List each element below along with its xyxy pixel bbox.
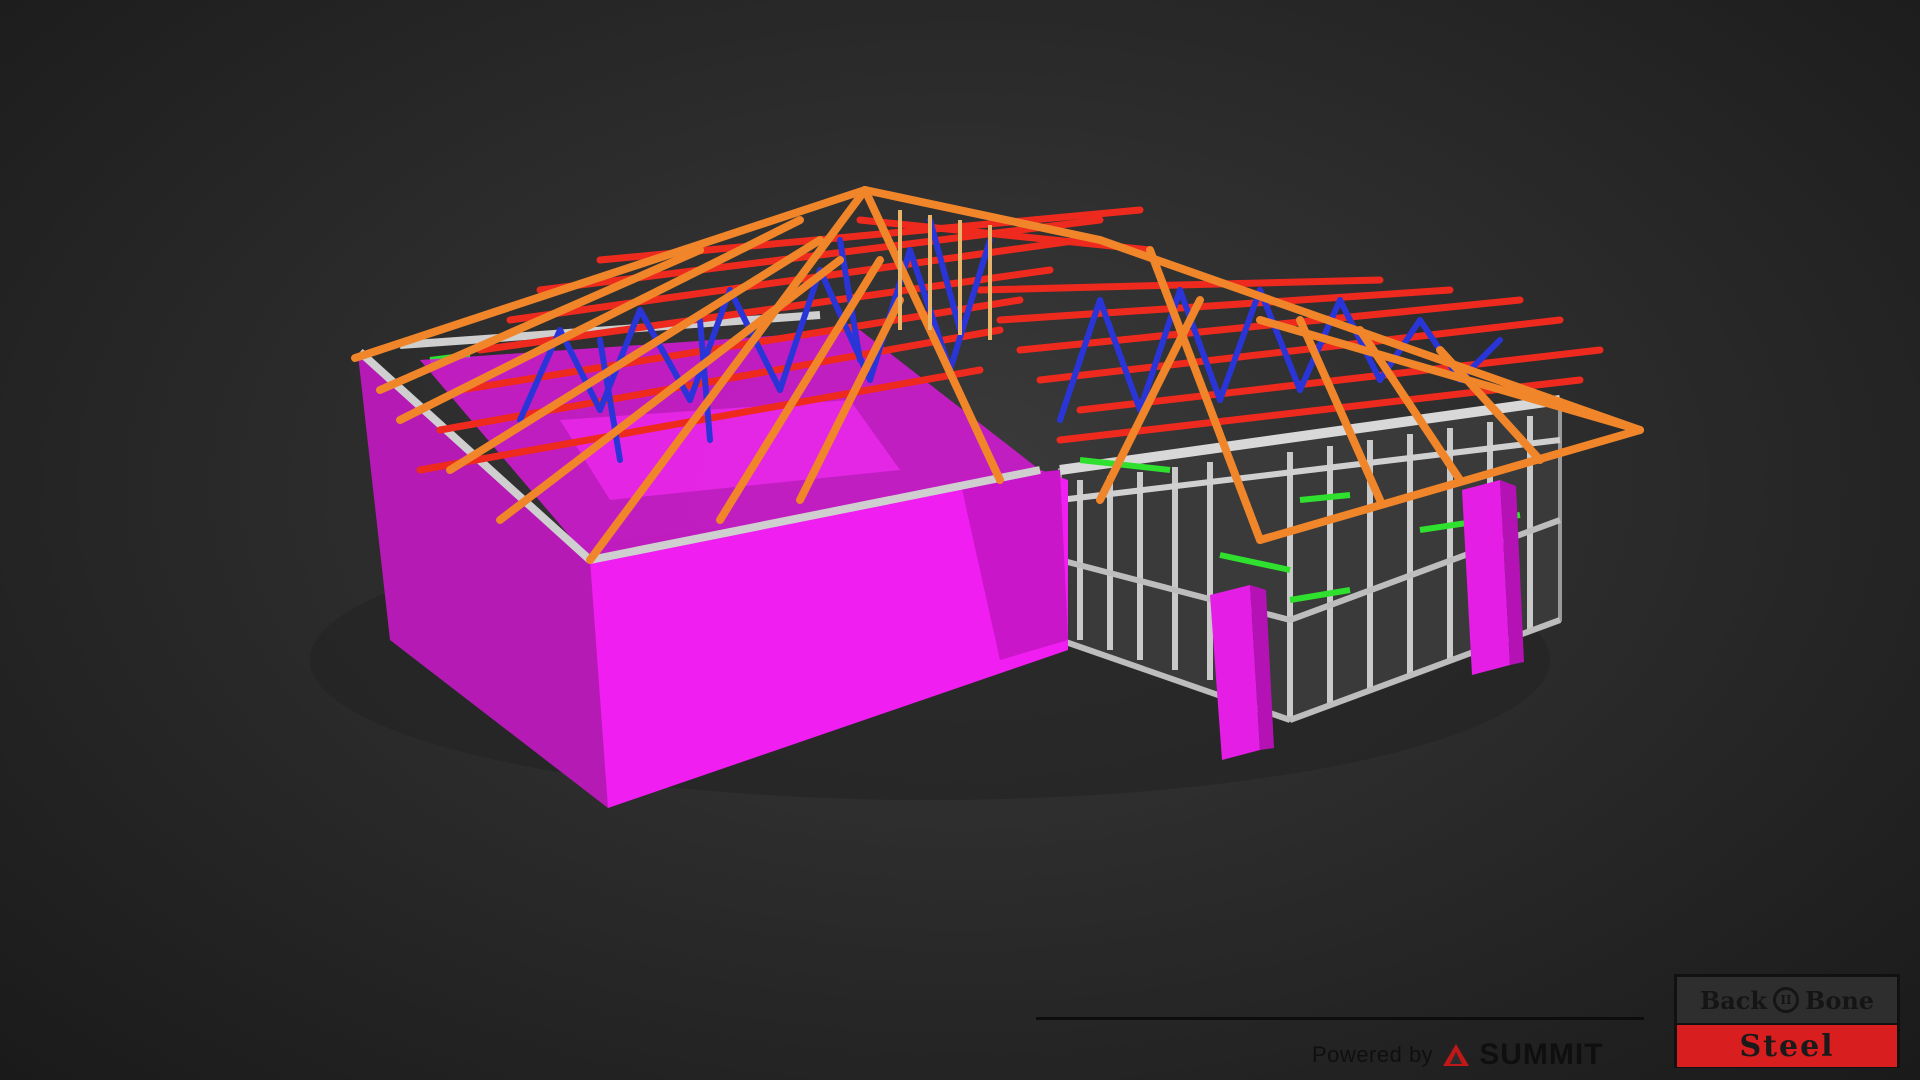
- logo-ring-icon: II: [1773, 987, 1800, 1013]
- logo-top-band: Back II Bone: [1677, 977, 1897, 1025]
- backbone-steel-logo: Back II Bone Steel: [1674, 974, 1900, 1068]
- summit-brand-text: SUMMIT: [1479, 1038, 1604, 1071]
- footer-divider: [1036, 1017, 1644, 1020]
- logo-ring-mark: II: [1780, 993, 1792, 1007]
- powered-by-text: Powered by: [1312, 1042, 1434, 1067]
- powered-by-badge[interactable]: Powered by SUMMIT: [1312, 1038, 1604, 1071]
- house-frame-model[interactable]: [0, 0, 1920, 1080]
- summit-logo-icon: [1443, 1044, 1470, 1066]
- logo-word-back: Back: [1699, 985, 1768, 1015]
- logo-word-bone: Bone: [1805, 985, 1875, 1015]
- logo-bottom-band: Steel: [1677, 1025, 1897, 1067]
- 3d-model-viewport[interactable]: [0, 0, 1920, 1080]
